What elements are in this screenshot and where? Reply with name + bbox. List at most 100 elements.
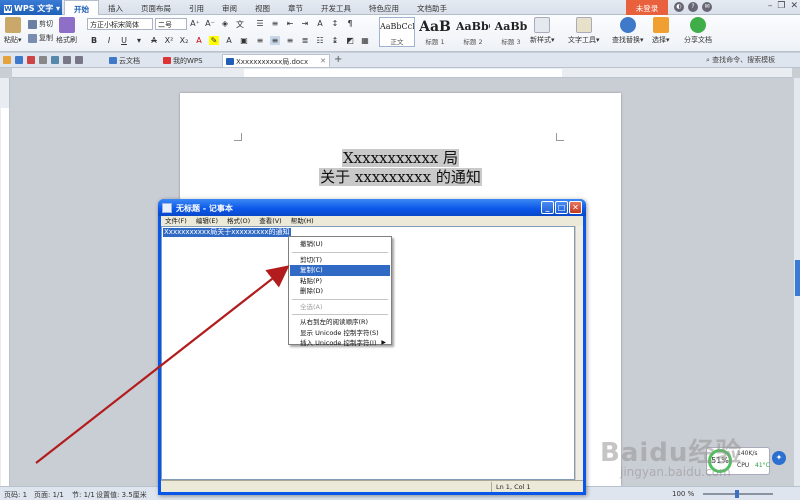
doc-title-line-2[interactable]: 关于 xxxxxxxxx 的通知 [180,166,621,187]
print-preview-icon[interactable] [51,56,59,64]
minimize-icon[interactable]: _ [541,201,554,214]
find-replace-button[interactable]: 查找替换▾ [612,17,644,45]
highlight-icon[interactable]: ✎ [209,36,219,45]
tab-developer[interactable]: 开发工具 [312,0,360,15]
menu-item-rtl[interactable]: 从右到左的阅读顺序(R) [290,317,390,328]
menu-item-select-all[interactable]: 全选(A) [290,302,390,313]
paste-button[interactable]: 粘贴▾ [4,17,22,45]
menu-item-delete[interactable]: 删除(D) [290,286,390,297]
show-marks-icon[interactable]: ¶ [345,19,355,28]
tab-start[interactable]: 开始 [64,0,99,15]
redo-icon[interactable] [75,56,83,64]
distribute-icon[interactable]: ☷ [315,36,325,45]
clear-format-icon[interactable]: ◈ [220,19,230,30]
italic-icon[interactable]: I [104,36,114,45]
line-spacing-icon[interactable]: ↨ [330,36,340,45]
share-doc-button[interactable]: 分享文档 [684,17,712,45]
side-panel-tab[interactable] [795,260,800,296]
command-search[interactable]: ⌕ 查找命令、搜索模板 [706,55,775,65]
font-size-select[interactable]: 二号 [155,18,187,30]
shrink-font-icon[interactable]: A⁻ [205,19,215,30]
justify-icon[interactable]: ≣ [300,36,310,45]
selected-text[interactable]: Xxxxxxxxxxx局关于xxxxxxxxx的通知 [163,228,291,237]
superscript-icon[interactable]: X² [164,36,174,45]
export-pdf-icon[interactable] [27,56,35,64]
char-border-icon[interactable]: A [224,36,234,45]
char-shade-icon[interactable]: ▣ [239,36,249,45]
align-center-icon[interactable]: ≡ [270,36,280,45]
menu-item-copy[interactable]: 复制(C) [290,265,390,276]
grow-font-icon[interactable]: A⁺ [190,19,200,30]
align-right-icon[interactable]: ≡ [285,36,295,45]
style-heading-2[interactable]: AaBbC标题 2 [455,17,491,47]
text-tools-button[interactable]: 文字工具▾ [568,17,600,45]
restore-icon[interactable]: ❐ [777,1,785,11]
tab-page-layout[interactable]: 页面布局 [132,0,180,15]
indent-icon[interactable]: ⇥ [300,19,310,28]
skin-icon[interactable]: ◐ [674,2,684,12]
sort-icon[interactable]: ↕ [330,19,340,28]
doc-title-line-1[interactable]: Xxxxxxxxxxx 局 [180,147,621,168]
underline-dropdown-icon[interactable]: ▾ [134,36,144,45]
font-family-select[interactable]: 方正小标宋简体 [87,18,153,30]
tab-doc-assistant[interactable]: 文档助手 [408,0,456,15]
menu-help[interactable]: 帮助(H) [291,216,314,226]
undo-icon[interactable] [63,56,71,64]
menu-item-cut[interactable]: 剪切(T) [290,255,390,266]
login-button[interactable]: 未登录 [626,0,668,15]
style-heading-3[interactable]: AaBb 标题 3 [493,17,529,47]
new-tab-button[interactable]: + [334,54,342,65]
underline-icon[interactable]: U [119,36,129,45]
menu-item-show-unicode[interactable]: 显示 Unicode 控制字符(S) [290,328,390,339]
format-painter-button[interactable]: 格式刷 [56,17,77,45]
tab-current-document[interactable]: Xxxxxxxxxxx局.docx ✕ [222,54,330,67]
save-icon[interactable] [15,56,23,64]
tab-cloud-docs[interactable]: 云文档 [106,54,144,67]
menu-file[interactable]: 文件(F) [165,216,187,226]
tab-insert[interactable]: 插入 [99,0,132,15]
print-icon[interactable] [39,56,47,64]
bold-icon[interactable]: B [89,36,99,45]
new-style-button[interactable]: 新样式▾ [530,17,555,45]
borders-icon[interactable]: ▦ [360,36,370,45]
font-color-icon[interactable]: A [194,36,204,45]
cut-button[interactable]: 剪切 [28,17,53,31]
menu-view[interactable]: 查看(V) [259,216,282,226]
minimize-icon[interactable]: – [768,1,773,11]
floating-assistant-icon[interactable]: ✦ [772,451,786,465]
bullets-icon[interactable]: ☰ [255,19,265,28]
tab-review[interactable]: 审阅 [213,0,246,15]
feedback-icon[interactable]: ✉ [702,2,712,12]
app-menu-button[interactable]: W WPS 文字 ▾ [0,0,62,15]
vertical-ruler[interactable] [0,78,10,486]
open-icon[interactable] [3,56,11,64]
close-icon[interactable]: ✕ [790,1,798,11]
numbering-icon[interactable]: ≡ [270,19,280,28]
copy-button[interactable]: 复制 [28,31,53,45]
close-tab-icon[interactable]: ✕ [320,57,326,65]
shading-icon[interactable]: ◩ [345,36,355,45]
menu-item-undo[interactable]: 撤销(U) [290,239,390,250]
tab-special-apps[interactable]: 特色应用 [360,0,408,15]
style-normal[interactable]: AaBbCcD正文 [379,17,415,47]
close-icon[interactable]: ✕ [569,201,582,214]
maximize-icon[interactable]: □ [555,201,568,214]
subscript-icon[interactable]: X₂ [179,36,189,45]
zoom-slider-thumb[interactable] [735,490,739,498]
tab-references[interactable]: 引用 [180,0,213,15]
strikethrough-icon[interactable]: A [149,36,159,45]
outdent-icon[interactable]: ⇤ [285,19,295,28]
notepad-title-bar[interactable]: 无标题 - 记事本 _ □ ✕ [158,199,586,216]
help-icon[interactable]: ? [688,2,698,12]
zoom-level[interactable]: 100 % [672,490,694,498]
tab-my-wps[interactable]: 我的WPS [160,54,207,67]
align-left-icon[interactable]: ≡ [255,36,265,45]
style-heading-1[interactable]: AaB 标题 1 [417,17,453,47]
menu-item-insert-unicode[interactable]: 插入 Unicode 控制字符(I) ▶ [290,338,390,349]
menu-format[interactable]: 格式(O) [227,216,250,226]
pinyin-icon[interactable]: 文 [235,19,245,30]
menu-item-paste[interactable]: 粘贴(P) [290,276,390,287]
tab-view[interactable]: 视图 [246,0,279,15]
tab-chapter[interactable]: 章节 [279,0,312,15]
select-button[interactable]: 选择▾ [652,17,670,45]
